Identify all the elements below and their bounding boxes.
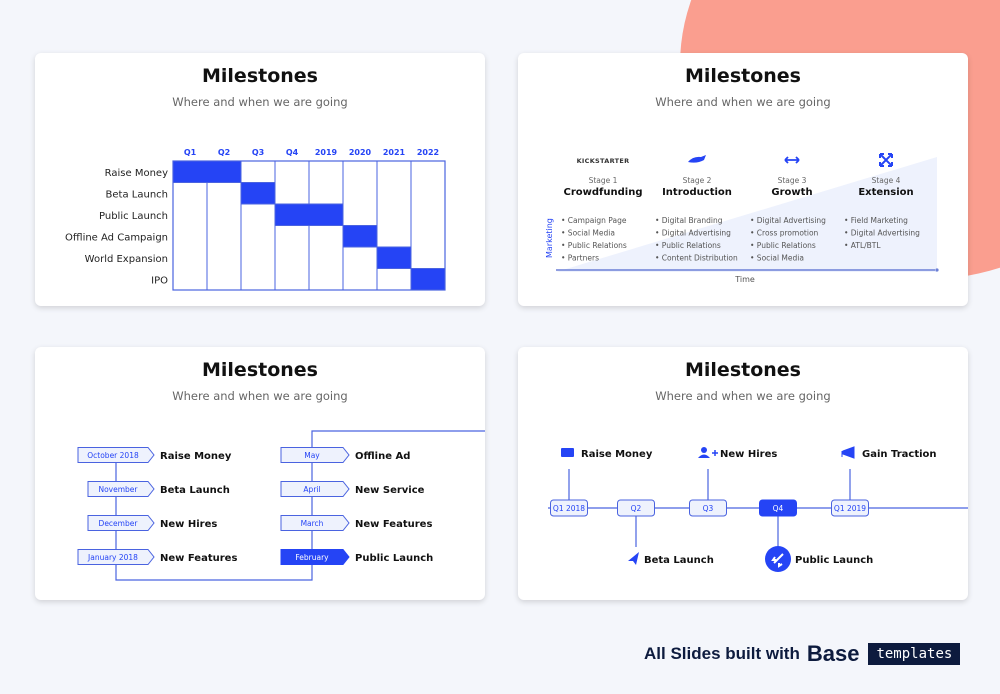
hand-icon (688, 155, 706, 163)
slide-card-stages[interactable]: Milestones Where and when we are going T… (518, 53, 968, 306)
slide-card-gantt[interactable]: Milestones Where and when we are going Q… (35, 53, 485, 306)
add-user-icon (701, 447, 707, 453)
stage-name: Introduction (662, 187, 732, 198)
stage-name: Crowdfunding (564, 187, 643, 198)
date-tag-label: February (295, 553, 329, 562)
gantt-column-header: Q2 (218, 148, 230, 157)
gantt-bar (376, 246, 412, 269)
add-user-icon-plus (712, 450, 718, 456)
stage-item: • Digital Advertising (655, 229, 731, 238)
gantt-row-label: Public Launch (99, 211, 168, 222)
stage-name: Extension (858, 187, 913, 198)
stage-item: • Digital Advertising (844, 229, 920, 238)
gantt-column-header: 2022 (417, 148, 439, 157)
stage-item: • Public Relations (561, 241, 627, 250)
gantt-row-label: Beta Launch (106, 189, 168, 200)
date-tag-label: May (304, 451, 320, 460)
date-tag-label: January 2018 (87, 553, 138, 562)
stage-item: • Cross promotion (750, 229, 819, 238)
milestone-label: New Features (355, 519, 432, 530)
stage-item: • Field Marketing (844, 216, 908, 225)
stage-item: • Partners (561, 254, 599, 263)
snake-timeline: October 2018 Raise Money November Beta Laun… (77, 430, 485, 581)
y-axis-label: Marketing (545, 218, 554, 258)
slide-card-snake-timeline[interactable]: Milestones Where and when we are going O… (35, 347, 485, 600)
gantt-column-header: Q3 (252, 148, 264, 157)
stage-number: Stage 2 (683, 176, 712, 185)
gantt-row-label: Offline Ad Campaign (65, 232, 168, 243)
megaphone-icon (841, 446, 855, 459)
stage-number: Stage 3 (778, 176, 807, 185)
milestone-label: Public Launch (355, 553, 433, 564)
milestone-label: Raise Money (160, 451, 232, 462)
quarter-label: Q1 2018 (553, 504, 585, 513)
milestone-label: New Service (355, 485, 425, 496)
stage-item: • Public Relations (750, 241, 816, 250)
horizontal-timeline: Q1 2018 Raise Money Q2 Beta Launch Q3 New Hir… (548, 446, 968, 572)
stage-item: • Campaign Page (561, 216, 627, 225)
stage-item: • Social Media (561, 229, 615, 238)
date-tag-label: October 2018 (87, 451, 139, 460)
date-tag-label: December (99, 519, 139, 528)
event-label: Public Launch (795, 555, 873, 566)
quarter-label: Q2 (631, 504, 642, 513)
stage-item: • Content Distribution (655, 254, 738, 263)
stage-item: • Social Media (750, 254, 804, 263)
gantt-row-label: World Expansion (85, 254, 168, 265)
milestone-label: Beta Launch (160, 485, 230, 496)
quarter-label: Q4 (773, 504, 784, 513)
gantt-chart: Q1 Q2 Q3 Q4 2019 2020 2021 2022 Raise Money Beta … (65, 148, 446, 291)
stage-number: Stage 1 (589, 176, 618, 185)
gantt-column-header: 2021 (383, 148, 406, 157)
event-label: Beta Launch (644, 555, 714, 566)
milestone-label: New Features (160, 553, 237, 564)
stages-diagram: Time Marketing KICKSTARTER Stage 1 Crowdfund… (545, 153, 939, 284)
gantt-column-header: Q4 (286, 148, 299, 157)
time-axis-arrow (935, 268, 939, 272)
stage-item: • Digital Branding (655, 216, 723, 225)
quarter-label: Q3 (703, 504, 714, 513)
event-label: New Hires (720, 449, 777, 460)
stage-item: • Public Relations (655, 241, 721, 250)
marketing-area (556, 157, 937, 272)
arrows-horizontal-icon (784, 156, 800, 164)
kickstarter-logo: KICKSTARTER (577, 157, 630, 165)
milestone-label: New Hires (160, 519, 217, 530)
date-tag-label: March (301, 519, 324, 528)
stage-item: • ATL/BTL (844, 241, 881, 250)
money-icon (561, 448, 574, 457)
gantt-column-header: Q1 (184, 148, 197, 157)
footer-text: All Slides built with (644, 644, 800, 663)
add-user-icon-body (698, 454, 710, 458)
gantt-column-header: 2020 (349, 148, 372, 157)
date-tag-label: November (98, 485, 138, 494)
event-label: Raise Money (581, 449, 653, 460)
gantt-bar (240, 182, 276, 205)
gantt-bar (410, 268, 446, 291)
quarter-label: Q1 2019 (834, 504, 866, 513)
expand-icon (879, 153, 893, 167)
gantt-row-label: Raise Money (105, 168, 168, 179)
milestone-label: Offline Ad (355, 451, 410, 462)
brand-name: Base (806, 641, 860, 666)
stage-item: • Digital Advertising (750, 216, 826, 225)
stage-number: Stage 4 (872, 176, 901, 185)
gantt-row-label: IPO (151, 275, 168, 286)
gantt-column-header: 2019 (315, 148, 338, 157)
brand-badge: templates (868, 643, 961, 665)
paper-plane-icon (628, 552, 639, 565)
stage-name: Growth (771, 187, 812, 198)
gantt-bar (172, 160, 242, 183)
event-label: Gain Traction (862, 449, 937, 460)
gantt-bar (342, 225, 378, 248)
date-tag-label: April (303, 485, 320, 494)
footer-branding: All Slides built with Base templates (644, 641, 961, 667)
x-axis-label: Time (734, 275, 755, 284)
slide-card-horizontal-timeline[interactable]: Milestones Where and when we are going Q… (518, 347, 968, 600)
gantt-bar (274, 203, 344, 226)
